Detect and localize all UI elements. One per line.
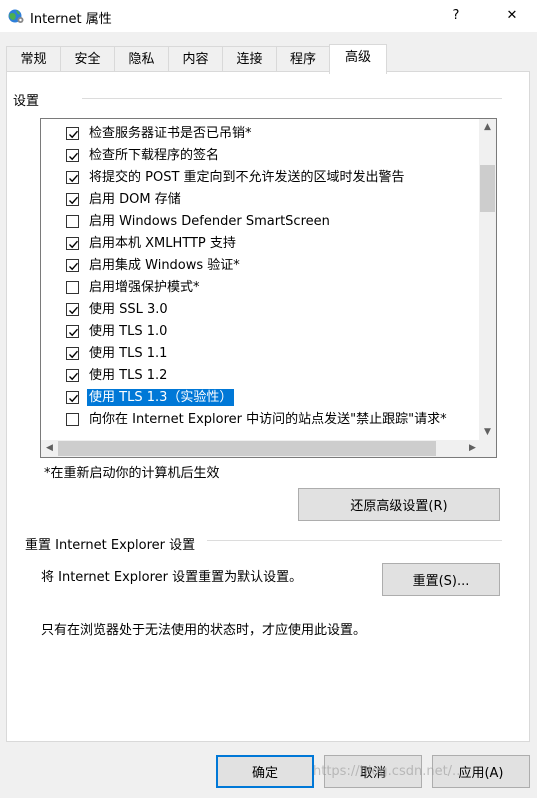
settings-group-label: 设置 <box>13 90 44 109</box>
vertical-scrollbar[interactable]: ▲ ▼ <box>479 119 496 441</box>
vertical-scroll-thumb[interactable] <box>480 165 495 212</box>
setting-row[interactable]: 使用 TLS 1.1 <box>41 343 481 365</box>
setting-row[interactable]: 启用增强保护模式* <box>41 277 481 299</box>
tab-privacy[interactable]: 隐私 <box>114 46 169 73</box>
checkbox-checked[interactable] <box>66 391 79 404</box>
setting-row[interactable]: 启用 DOM 存储 <box>41 189 481 211</box>
help-button[interactable]: ? <box>433 0 479 32</box>
advanced-panel: 设置 检查服务器证书是否已吊销* 检查所下载程序的签名将提交的 POST 重定向到… <box>6 71 530 742</box>
setting-label: 启用增强保护模式* <box>89 280 200 295</box>
scroll-left-icon[interactable]: ◀ <box>41 440 58 457</box>
setting-label: 将提交的 POST 重定向到不允许发送的区域时发出警告 <box>89 170 405 185</box>
watermark-text: https://blog.csdn.net/... <box>313 764 465 779</box>
setting-row[interactable]: 使用 TLS 1.0 <box>41 321 481 343</box>
setting-row[interactable]: 检查所下载程序的签名 <box>41 145 481 167</box>
horizontal-scrollbar[interactable]: ◀ ▶ <box>41 440 481 457</box>
setting-row[interactable]: 将提交的 POST 重定向到不允许发送的区域时发出警告 <box>41 167 481 189</box>
tab-connections[interactable]: 连接 <box>222 46 277 73</box>
title-bar: Internet 属性 ? ✕ <box>0 0 537 32</box>
settings-listbox[interactable]: 检查服务器证书是否已吊销* 检查所下载程序的签名将提交的 POST 重定向到不允许… <box>40 118 497 458</box>
checkbox-checked[interactable] <box>66 171 79 184</box>
setting-label: 启用本机 XMLHTTP 支持 <box>89 236 236 251</box>
checkbox-checked[interactable] <box>66 303 79 316</box>
setting-label: 使用 TLS 1.0 <box>89 324 168 339</box>
setting-label: 启用 DOM 存储 <box>89 192 181 207</box>
setting-row[interactable]: 使用 TLS 1.3（实验性） <box>41 387 481 409</box>
setting-label: 使用 TLS 1.1 <box>89 346 168 361</box>
tab-programs[interactable]: 程序 <box>276 46 330 73</box>
setting-row[interactable]: 使用 TLS 1.2 <box>41 365 481 387</box>
setting-row[interactable]: 启用本机 XMLHTTP 支持 <box>41 233 481 255</box>
restart-note: *在重新启动你的计算机后生效 <box>44 466 220 481</box>
horizontal-scroll-thumb[interactable] <box>58 441 436 456</box>
tab-security[interactable]: 安全 <box>60 46 115 73</box>
checkbox-checked[interactable] <box>66 325 79 338</box>
tab-advanced[interactable]: 高级 <box>329 44 387 74</box>
ok-button[interactable]: 确定 <box>216 755 314 788</box>
scroll-up-icon[interactable]: ▲ <box>479 119 496 136</box>
checkbox-checked[interactable] <box>66 237 79 250</box>
checkbox-unchecked[interactable] <box>66 215 79 228</box>
setting-label: 使用 TLS 1.3（实验性） <box>87 389 235 406</box>
checkbox-checked[interactable] <box>66 369 79 382</box>
settings-list: 检查服务器证书是否已吊销* 检查所下载程序的签名将提交的 POST 重定向到不允许… <box>41 123 481 431</box>
reset-description: 将 Internet Explorer 设置重置为默认设置。 <box>41 570 303 585</box>
setting-row[interactable]: 启用 Windows Defender SmartScreen <box>41 211 481 233</box>
globe-settings-icon <box>8 8 24 24</box>
scroll-down-icon[interactable]: ▼ <box>479 424 496 441</box>
setting-row[interactable]: 向你在 Internet Explorer 中访问的站点发送"禁止跟踪"请求* <box>41 409 481 431</box>
checkbox-checked[interactable] <box>66 127 79 140</box>
checkbox-unchecked[interactable] <box>66 281 79 294</box>
checkbox-checked[interactable] <box>66 193 79 206</box>
setting-label: 向你在 Internet Explorer 中访问的站点发送"禁止跟踪"请求* <box>89 412 447 427</box>
reset-warning: 只有在浏览器处于无法使用的状态时，才应使用此设置。 <box>41 623 367 638</box>
setting-row[interactable]: 使用 SSL 3.0 <box>41 299 481 321</box>
checkbox-checked[interactable] <box>66 149 79 162</box>
setting-row[interactable]: 启用集成 Windows 验证* <box>41 255 481 277</box>
setting-label: 使用 TLS 1.2 <box>89 368 168 383</box>
setting-label: 启用 Windows Defender SmartScreen <box>89 214 330 229</box>
setting-label: 启用集成 Windows 验证* <box>89 258 240 273</box>
tab-general[interactable]: 常规 <box>6 46 61 73</box>
checkbox-checked[interactable] <box>66 259 79 272</box>
reset-group-divider <box>207 540 502 541</box>
setting-label: 检查所下载程序的签名 <box>89 148 220 163</box>
reset-button[interactable]: 重置(S)... <box>382 563 500 596</box>
close-button[interactable]: ✕ <box>489 0 535 32</box>
checkbox-checked[interactable] <box>66 347 79 360</box>
settings-group-divider <box>82 98 502 99</box>
window-title: Internet 属性 <box>30 12 112 27</box>
setting-row[interactable]: 检查服务器证书是否已吊销* <box>41 123 481 145</box>
reset-group-label: 重置 Internet Explorer 设置 <box>25 534 200 553</box>
setting-label: 使用 SSL 3.0 <box>89 302 168 317</box>
scrollbar-corner <box>479 440 496 457</box>
setting-label: 检查服务器证书是否已吊销* <box>89 126 252 141</box>
tab-content[interactable]: 内容 <box>168 46 223 73</box>
checkbox-unchecked[interactable] <box>66 413 79 426</box>
restore-advanced-button[interactable]: 还原高级设置(R) <box>298 488 500 521</box>
